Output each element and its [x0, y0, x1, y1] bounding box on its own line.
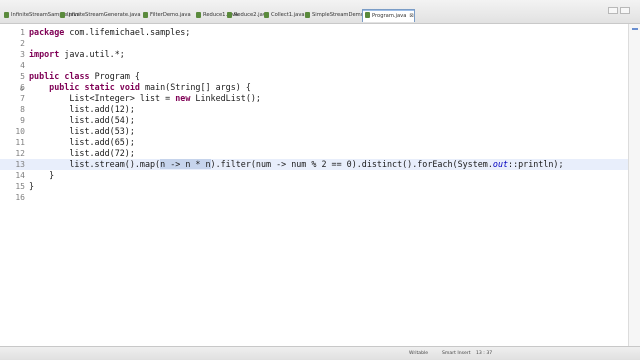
line-number: 8 — [20, 105, 25, 114]
status-bar: Writable Smart Insert 13 : 37 — [0, 346, 640, 360]
line-number: 11 — [15, 138, 25, 147]
code-editor[interactable]: 1 package com.lifemichael.samples; 2 3 impor… — [0, 24, 628, 346]
code-line[interactable]: 1 package com.lifemichael.samples; — [0, 27, 628, 38]
line-number: 12 — [15, 149, 25, 158]
code-line[interactable]: 3 import java.util.*; — [0, 49, 628, 60]
line-number: 13 — [15, 160, 25, 169]
tab-collect1-java[interactable]: Collect1.java — [262, 10, 305, 20]
current-code-line[interactable]: 13 list.stream().map(n -> n * n).filter(… — [0, 159, 628, 170]
code-text: public static void main(String[] args) { — [49, 82, 251, 92]
line-number: 7 — [20, 94, 25, 103]
code-line[interactable]: 4 — [0, 60, 628, 71]
tab-label: InfiniteStreamGenerate.java — [67, 12, 141, 18]
tab-label: Program.java — [372, 13, 407, 19]
line-number: 3 — [20, 50, 25, 59]
code-text: list.add(12); — [29, 104, 135, 114]
code-line[interactable]: 15} — [0, 181, 628, 192]
code-line[interactable]: 5 public class Program { — [0, 71, 628, 82]
line-number: 14 — [15, 171, 25, 180]
code-text: List<Integer> list = new LinkedList(); — [29, 93, 261, 103]
tab-program-java[interactable]: Program.java ⊠ — [362, 9, 415, 22]
java-file-icon — [365, 12, 370, 18]
editor-tab-bar: InfiniteStreamSample.java InfiniteStreamG… — [0, 0, 640, 24]
code-line[interactable]: 8 list.add(12); — [0, 104, 628, 115]
line-number: 10 — [15, 127, 25, 136]
code-line[interactable]: 9 list.add(54); — [0, 115, 628, 126]
java-file-icon — [264, 12, 269, 18]
tab-label: Collect1.java — [271, 12, 305, 18]
tab-label: FilterDemo.java — [150, 12, 191, 18]
code-line[interactable]: 11 list.add(65); — [0, 137, 628, 148]
code-line[interactable]: 2 — [0, 38, 628, 49]
code-text: public class Program { — [29, 71, 140, 81]
line-number: 9 — [20, 116, 25, 125]
code-text: list.add(72); — [29, 148, 135, 158]
code-text: list.add(54); — [29, 115, 135, 125]
code-text: } — [29, 181, 35, 191]
tab-infinitestreamgenerate-java[interactable]: InfiniteStreamGenerate.java — [58, 10, 141, 20]
java-file-icon — [60, 12, 65, 18]
minimize-editor-button[interactable] — [608, 7, 618, 14]
code-text: } — [29, 170, 55, 180]
selected-text: n -> n * n — [160, 159, 211, 169]
java-file-icon — [305, 12, 310, 18]
java-file-icon — [143, 12, 148, 18]
line-number: 16 — [15, 193, 25, 202]
insert-mode-status: Smart Insert — [442, 351, 471, 356]
overview-ruler[interactable] — [628, 24, 640, 346]
code-line[interactable]: 10 list.add(53); — [0, 126, 628, 137]
writable-status: Writable — [409, 351, 429, 356]
line-number: 2 — [20, 39, 25, 48]
occurrence-marker[interactable] — [632, 28, 638, 30]
java-file-icon — [227, 12, 232, 18]
code-text: list.add(53); — [29, 126, 135, 136]
code-text: import java.util.*; — [29, 49, 125, 59]
code-line[interactable]: 12 list.add(72); — [0, 148, 628, 159]
java-file-icon — [4, 12, 9, 18]
maximize-editor-button[interactable] — [620, 7, 630, 14]
code-text: list.add(65); — [29, 137, 135, 147]
code-text: list.stream().map(n -> n * n).filter(num… — [29, 159, 564, 169]
code-line[interactable]: 16 — [0, 192, 628, 203]
code-line[interactable]: 7 List<Integer> list = new LinkedList(); — [0, 93, 628, 104]
java-file-icon — [196, 12, 201, 18]
line-number: 4 — [20, 61, 25, 70]
line-number: 1 — [20, 28, 25, 37]
code-text: package com.lifemichael.samples; — [29, 27, 191, 37]
cursor-position-status: 13 : 37 — [476, 351, 493, 356]
code-line[interactable]: 6 ⊖ public static void main(String[] args… — [0, 82, 628, 93]
line-number: 15 — [15, 182, 25, 191]
line-number: 5 — [20, 72, 25, 81]
tab-filterdemo-java[interactable]: FilterDemo.java — [141, 10, 191, 20]
code-line[interactable]: 14 } — [0, 170, 628, 181]
close-tab-icon[interactable]: ⊠ — [409, 10, 413, 22]
